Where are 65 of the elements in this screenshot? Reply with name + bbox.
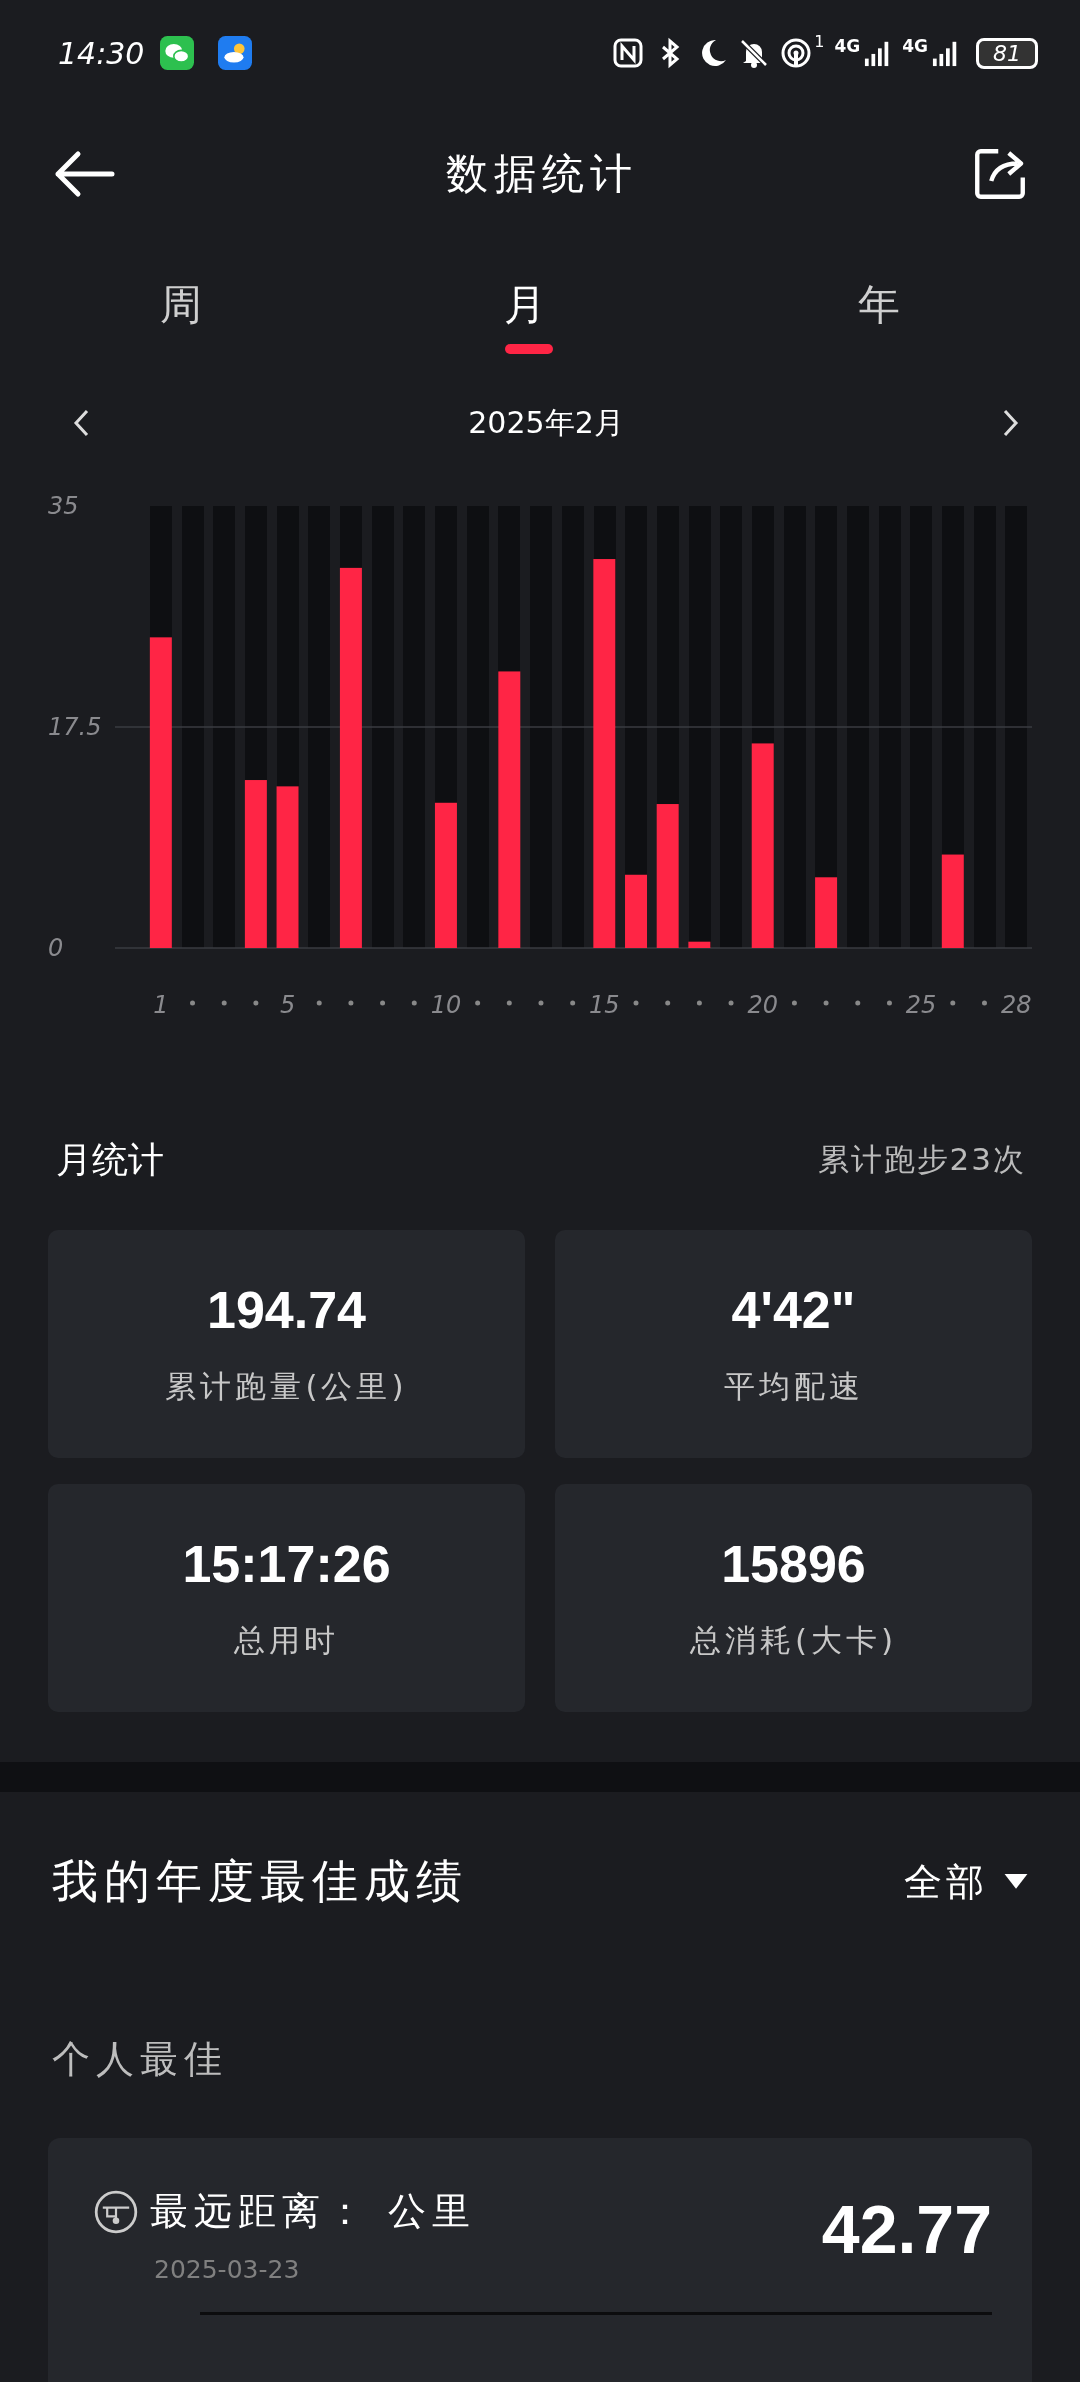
stat-value: 15896 xyxy=(721,1534,866,1594)
stat-label: 总用时 xyxy=(234,1621,339,1660)
section-title: 月统计 xyxy=(56,1137,164,1182)
tick-dot xyxy=(950,1000,956,1006)
run-count: 累计跑步23次 xyxy=(817,1140,1026,1179)
period-tab[interactable]: 周 xyxy=(0,242,350,368)
tick-dot xyxy=(411,1000,417,1006)
period-tab[interactable]: 年 xyxy=(700,242,1050,368)
hotspot-icon xyxy=(780,37,813,69)
x-axis-label: 10 xyxy=(430,991,462,1019)
period-label: 2025年2月 xyxy=(468,403,624,442)
page-title: 数据统计 xyxy=(446,148,638,200)
subsection-title: 个人最佳 xyxy=(51,2036,229,2083)
battery-level: 81 xyxy=(976,37,1038,69)
y-axis-label: 0 xyxy=(48,934,64,962)
period-tab[interactable]: 月 xyxy=(350,242,700,368)
tick-dot xyxy=(538,1000,544,1006)
network-type: 4G xyxy=(834,36,861,56)
tick-dot xyxy=(348,1000,354,1006)
tick-dot xyxy=(855,1000,861,1006)
tick-dot xyxy=(728,1000,734,1006)
stat-label: 平均配速 xyxy=(723,1367,864,1406)
weather-app-icon xyxy=(218,36,253,70)
stat-label: 总消耗(大卡) xyxy=(689,1621,898,1660)
y-axis-label: 17.5 xyxy=(48,713,102,741)
bar xyxy=(688,941,711,948)
tick-dot xyxy=(886,1000,892,1006)
tick-dot xyxy=(475,1000,481,1006)
tick-dot xyxy=(791,1000,797,1006)
tick-dot xyxy=(380,1000,386,1006)
stat-value: 194.74 xyxy=(206,1280,366,1340)
tick-dot xyxy=(221,1000,227,1006)
y-axis-label: 35 xyxy=(48,492,79,520)
tick-dot xyxy=(696,1000,702,1006)
x-axis-label: 1 xyxy=(153,991,169,1019)
x-axis-label: 28 xyxy=(1000,991,1032,1019)
caret-icon xyxy=(1004,1874,1028,1890)
x-axis-label: 25 xyxy=(905,991,937,1019)
x-axis-label: 5 xyxy=(279,991,296,1019)
nfc-icon xyxy=(612,37,645,69)
tick-dot xyxy=(253,1000,259,1006)
record-value: 42.77 xyxy=(821,2190,992,2268)
stat-value: 4'42" xyxy=(731,1280,856,1340)
chat-app-icon xyxy=(160,36,195,70)
x-axis-label: 20 xyxy=(747,991,778,1019)
x-axis-label: 15 xyxy=(589,991,620,1019)
stat-value: 15:17:26 xyxy=(182,1534,391,1594)
section-title: 我的年度最佳成绩 xyxy=(52,1853,468,1910)
tick-dot xyxy=(570,1000,576,1006)
filter-dropdown[interactable]: 全部 xyxy=(904,1856,1028,1908)
status-time: 14:30 xyxy=(58,35,145,71)
record-date: 2025-03-23 xyxy=(153,2255,301,2284)
tick-dot xyxy=(982,1000,987,1006)
record-title: 最远距离： 公里 xyxy=(150,2188,477,2235)
hotspot-count: 1 xyxy=(814,32,825,51)
tick-dot xyxy=(506,1000,512,1006)
tick-dot xyxy=(823,1000,829,1006)
bar xyxy=(815,877,838,948)
stat-label: 累计跑量(公里) xyxy=(165,1367,408,1406)
tick-dot xyxy=(316,1000,322,1006)
road-sign-icon xyxy=(94,2189,138,2234)
network-type: 4G xyxy=(902,36,928,56)
tick-dot xyxy=(190,1000,195,1006)
tick-dot xyxy=(665,1000,671,1006)
tick-dot xyxy=(633,1000,639,1006)
